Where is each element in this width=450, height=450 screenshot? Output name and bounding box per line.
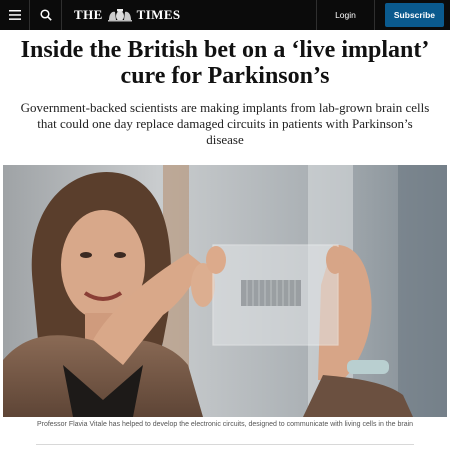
article-headline: Inside the British bet on a ‘live implan… xyxy=(20,37,430,89)
divider xyxy=(36,444,414,445)
menu-icon xyxy=(8,10,21,20)
search-button[interactable] xyxy=(30,0,62,30)
subscribe-button[interactable]: Subscribe xyxy=(384,3,444,27)
article-standfirst: Government-backed scientists are making … xyxy=(20,100,430,147)
site-logo[interactable]: THE TIMES xyxy=(74,7,181,23)
photo-caption: Professor Flavia Vitale has helped to de… xyxy=(36,421,414,428)
search-icon xyxy=(39,9,52,21)
article-photo xyxy=(3,165,447,417)
menu-button[interactable] xyxy=(0,0,30,30)
logo-word-the: THE xyxy=(74,7,103,22)
top-navigation-bar: THE TIMES Login Subscribe xyxy=(0,0,450,30)
login-button[interactable]: Login xyxy=(316,0,375,30)
royal-crest-icon xyxy=(107,9,132,22)
photo-illustration xyxy=(3,165,447,417)
logo-word-times: TIMES xyxy=(136,7,181,22)
